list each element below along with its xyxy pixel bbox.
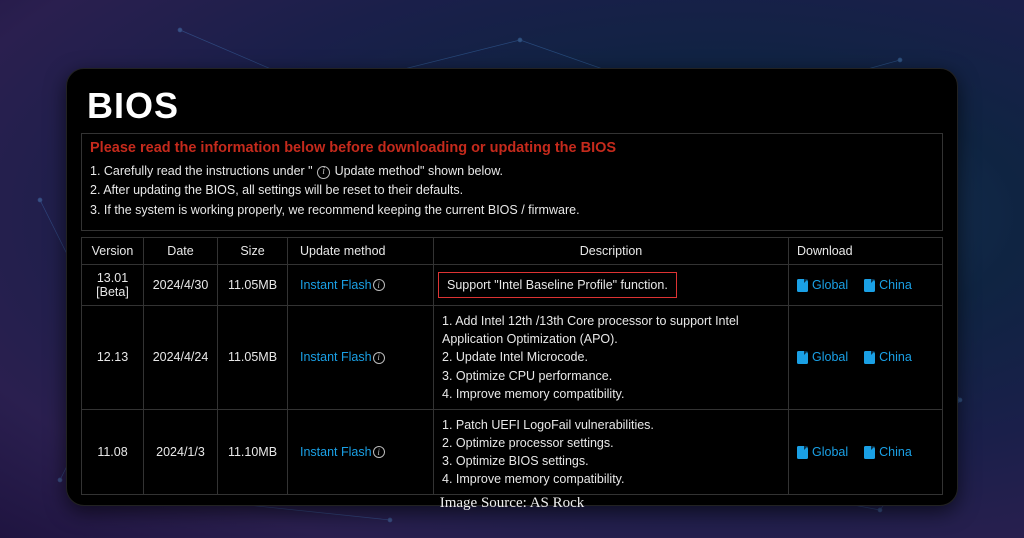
download-global[interactable]: Global bbox=[797, 445, 848, 459]
cell-size: 11.05MB bbox=[218, 306, 288, 410]
th-size: Size bbox=[218, 238, 288, 265]
table-row: 11.08 2024/1/3 11.10MB Instant Flashi 1.… bbox=[82, 409, 943, 495]
info-icon[interactable]: i bbox=[373, 279, 385, 291]
cell-date: 2024/4/30 bbox=[144, 265, 218, 306]
info-icon[interactable]: i bbox=[373, 352, 385, 364]
warn-line2: 2. After updating the BIOS, all settings… bbox=[90, 181, 934, 200]
cell-method: Instant Flashi bbox=[288, 265, 434, 306]
cell-description: Support "Intel Baseline Profile" functio… bbox=[434, 265, 789, 306]
file-icon bbox=[864, 279, 875, 292]
th-method: Update method bbox=[288, 238, 434, 265]
cell-description: 1. Add Intel 12th /13th Core processor t… bbox=[434, 306, 789, 410]
table-row: 12.13 2024/4/24 11.05MB Instant Flashi 1… bbox=[82, 306, 943, 410]
warn-line3: 3. If the system is working properly, we… bbox=[90, 201, 934, 220]
th-desc: Description bbox=[434, 238, 789, 265]
bios-table: Version Date Size Update method Descript… bbox=[81, 237, 943, 495]
info-icon[interactable]: i bbox=[373, 446, 385, 458]
cell-size: 11.10MB bbox=[218, 409, 288, 495]
download-china[interactable]: China bbox=[864, 278, 912, 292]
cell-date: 2024/1/3 bbox=[144, 409, 218, 495]
warning-title: Please read the information below before… bbox=[90, 140, 934, 156]
file-icon bbox=[797, 351, 808, 364]
cell-method: Instant Flashi bbox=[288, 409, 434, 495]
file-icon bbox=[864, 351, 875, 364]
th-download: Download bbox=[789, 238, 943, 265]
instant-flash-link[interactable]: Instant Flash bbox=[300, 278, 372, 292]
file-icon bbox=[797, 279, 808, 292]
th-date: Date bbox=[144, 238, 218, 265]
download-china[interactable]: China bbox=[864, 445, 912, 459]
info-icon: i bbox=[317, 166, 330, 179]
warn-line1-pre: 1. Carefully read the instructions under… bbox=[90, 164, 316, 178]
table-row: 13.01 [Beta] 2024/4/30 11.05MB Instant F… bbox=[82, 265, 943, 306]
file-icon bbox=[797, 446, 808, 459]
instant-flash-link[interactable]: Instant Flash bbox=[300, 445, 372, 459]
page-title: BIOS bbox=[87, 85, 943, 127]
instant-flash-link[interactable]: Instant Flash bbox=[300, 350, 372, 364]
bios-panel: BIOS Please read the information below b… bbox=[66, 68, 958, 506]
cell-version: 13.01 [Beta] bbox=[82, 265, 144, 306]
download-global[interactable]: Global bbox=[797, 278, 848, 292]
cell-download: Global China bbox=[789, 265, 943, 306]
cell-date: 2024/4/24 bbox=[144, 306, 218, 410]
download-global[interactable]: Global bbox=[797, 350, 848, 364]
cell-description: 1. Patch UEFI LogoFail vulnerabilities.2… bbox=[434, 409, 789, 495]
cell-version: 12.13 bbox=[82, 306, 144, 410]
cell-download: Global China bbox=[789, 306, 943, 410]
warning-box: Please read the information below before… bbox=[81, 133, 943, 231]
cell-version: 11.08 bbox=[82, 409, 144, 495]
cell-method: Instant Flashi bbox=[288, 306, 434, 410]
file-icon bbox=[864, 446, 875, 459]
warn-line1-post: Update method" shown below. bbox=[335, 164, 503, 178]
cell-download: Global China bbox=[789, 409, 943, 495]
cell-size: 11.05MB bbox=[218, 265, 288, 306]
image-caption: Image Source: AS Rock bbox=[0, 495, 1024, 512]
warning-lines: 1. Carefully read the instructions under… bbox=[90, 162, 934, 220]
th-version: Version bbox=[82, 238, 144, 265]
download-china[interactable]: China bbox=[864, 350, 912, 364]
